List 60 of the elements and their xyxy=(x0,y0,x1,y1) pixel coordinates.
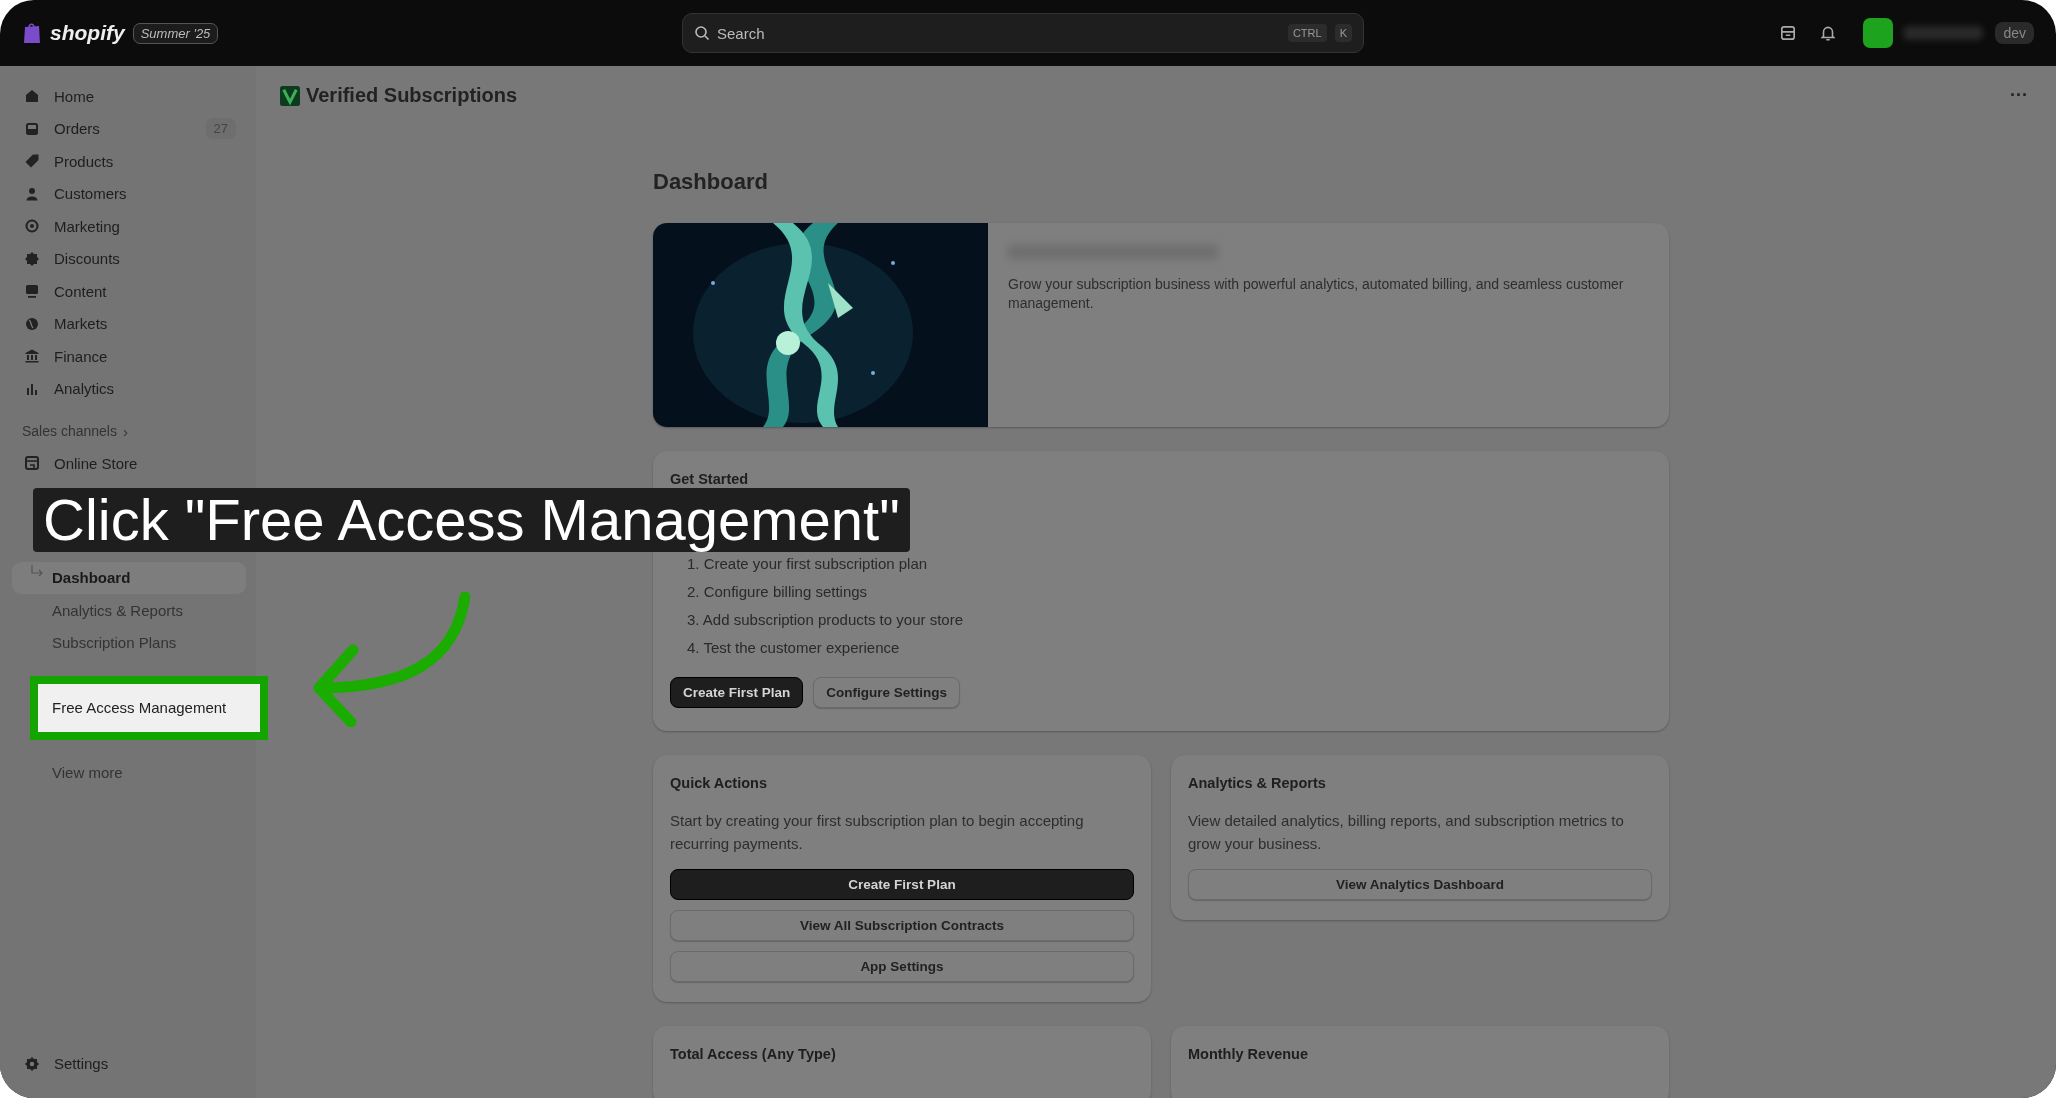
person-icon xyxy=(24,185,40,202)
action-button[interactable]: Configure Settings xyxy=(813,677,961,708)
store-icon[interactable] xyxy=(1779,24,1798,42)
step-text: 1. Create your first subscription plan xyxy=(687,554,929,573)
shortcut-key: CTRL xyxy=(1287,24,1327,42)
step-text: 4. Test the customer experience xyxy=(687,638,901,657)
search-icon xyxy=(694,25,710,41)
chevron[interactable]: › xyxy=(122,422,128,440)
avatar[interactable] xyxy=(1863,18,1894,48)
home-icon xyxy=(24,88,40,105)
banner-text: Grow your subscription business with powerful analytics, automated billing, and seamless customer management. xyxy=(1008,275,1625,313)
globe-icon xyxy=(24,315,40,332)
card-text: Start by creating your first subscription plan to begin accepting recurring payments. xyxy=(670,811,1085,854)
brand-name: shopify xyxy=(50,21,125,45)
nav-item[interactable]: Home xyxy=(0,80,256,113)
bell-icon[interactable] xyxy=(1819,24,1838,42)
bank-icon xyxy=(24,348,40,365)
section-heading[interactable]: Sales channels xyxy=(22,423,117,439)
nav-item[interactable]: Settings xyxy=(0,1047,256,1080)
tag-icon xyxy=(24,153,40,170)
nav-item[interactable]: Customers xyxy=(0,177,256,210)
nav-item[interactable]: Subscription Plans xyxy=(12,626,246,659)
action-button[interactable]: View Analytics Dashboard xyxy=(1188,869,1652,900)
card-text: View detailed analytics, billing reports, and subscription metrics to grow your business. xyxy=(1188,811,1625,854)
card-title: Analytics & Reports xyxy=(1188,775,1327,791)
nav-item[interactable]: Products xyxy=(0,145,256,178)
badge-icon xyxy=(24,250,40,267)
nav-item[interactable]: Marketing xyxy=(0,210,256,243)
store-badge[interactable]: dev xyxy=(1995,22,2034,44)
gear-icon xyxy=(24,1055,40,1072)
nav-item[interactable]: Finance xyxy=(0,340,256,373)
card-title: Quick Actions xyxy=(670,775,768,791)
card-title: Monthly Revenue xyxy=(1188,1046,1310,1062)
more-actions-button[interactable]: ··· xyxy=(2004,85,2034,106)
nav-item[interactable]: Online Store xyxy=(0,447,256,480)
step-text: 2. Configure billing settings xyxy=(687,582,869,601)
store-icon xyxy=(24,455,40,472)
card-title: Get Started xyxy=(670,471,750,487)
app-logo-icon xyxy=(280,85,300,106)
step-text: 3. Add subscription products to your store xyxy=(687,610,964,629)
nav-item[interactable]: Markets xyxy=(0,307,256,340)
nav-item[interactable]: Content xyxy=(0,275,256,308)
inbox-icon xyxy=(24,120,40,137)
nav-item[interactable]: Dashboard xyxy=(12,561,246,594)
tutorial-caption: Click "Free Access Management" xyxy=(33,488,910,552)
action-button[interactable]: App Settings xyxy=(670,951,1134,982)
shopping-bag-icon xyxy=(22,22,42,44)
action-button[interactable]: Create First Plan xyxy=(670,869,1134,900)
target-icon xyxy=(24,218,40,235)
nav-item[interactable]: Analytics xyxy=(0,372,256,405)
dashboard-heading: Dashboard xyxy=(653,169,769,195)
nav-item[interactable]: Discounts xyxy=(0,242,256,275)
nav-item[interactable]: Analytics & Reports xyxy=(12,594,246,627)
action-button[interactable]: Create First Plan xyxy=(670,677,804,708)
page-title: Verified Subscriptions xyxy=(306,84,518,107)
card-title: Total Access (Any Type) xyxy=(670,1046,837,1062)
action-button[interactable]: View All Subscription Contracts xyxy=(670,910,1134,941)
image-icon xyxy=(24,283,40,300)
nav-item[interactable]: View more xyxy=(12,756,246,789)
edition-badge: Summer '25 xyxy=(132,22,219,44)
